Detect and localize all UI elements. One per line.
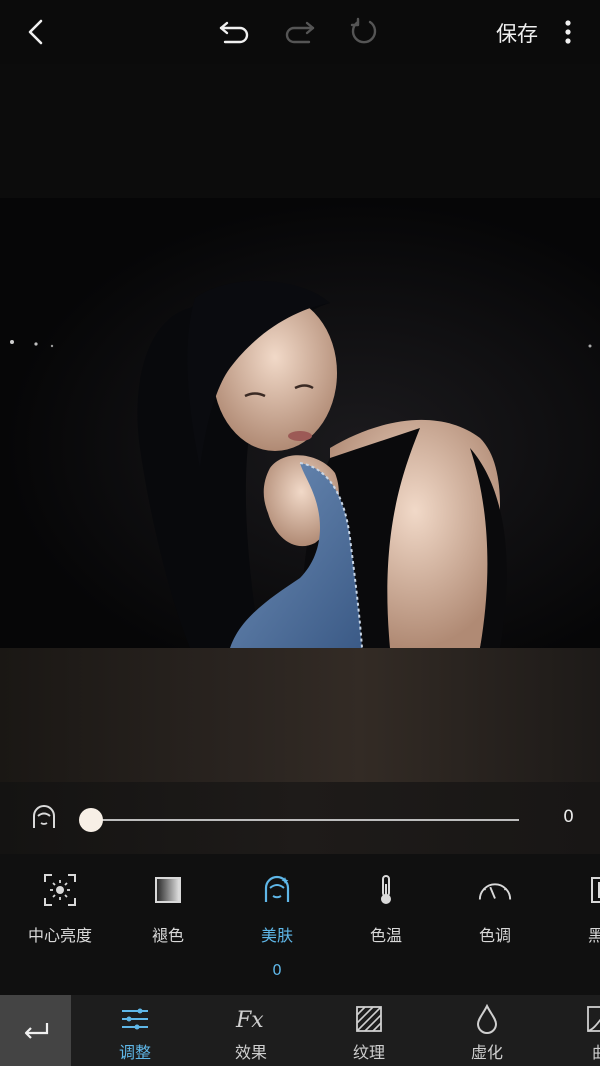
return-button[interactable] [0, 995, 71, 1066]
canvas-background-bottom [0, 648, 600, 782]
tool-color-temperature[interactable]: 色温 [331, 854, 441, 995]
beauty-skin-icon [259, 872, 295, 908]
tab-label: 曲 [591, 1043, 600, 1062]
slider-value: 0 [563, 807, 574, 827]
tab-adjust[interactable]: 调整 [80, 995, 190, 1066]
slider-track[interactable] [92, 819, 519, 821]
fade-icon [150, 872, 186, 908]
tool-tone[interactable]: 色调 [440, 854, 550, 995]
back-chevron-icon[interactable] [18, 14, 54, 50]
top-toolbar: 保存 [0, 0, 600, 64]
tab-label: 调整 [118, 1043, 151, 1062]
tool-fade[interactable]: 褪色 [113, 854, 223, 995]
tool-center-brightness[interactable]: 中心亮度 [5, 854, 115, 995]
fx-icon: Fx [234, 1003, 268, 1035]
canvas-background-top [0, 64, 600, 198]
bottom-tab-bar: 调整 Fx 效果 纹理 虚化 曲 [0, 995, 600, 1066]
tone-gauge-icon [477, 872, 513, 908]
beauty-skin-icon [30, 804, 58, 836]
tool-label: 美肤 [260, 926, 293, 945]
return-arrow-icon [24, 1022, 48, 1039]
texture-icon [352, 1003, 386, 1035]
tab-texture[interactable]: 纹理 [314, 995, 424, 1066]
tool-label: 褪色 [151, 926, 184, 945]
curve-icon [583, 1003, 600, 1035]
tool-label: 黑白 [587, 926, 600, 945]
tool-label: 色温 [369, 926, 402, 945]
reset-icon[interactable] [346, 14, 382, 50]
blur-drop-icon [470, 1003, 504, 1035]
more-options-icon[interactable] [550, 14, 586, 50]
tab-curves[interactable]: 曲 [545, 995, 600, 1066]
tab-blur[interactable]: 虚化 [432, 995, 542, 1066]
sliders-icon [118, 1003, 152, 1035]
photo-preview [0, 198, 600, 648]
tab-label: 效果 [234, 1043, 267, 1062]
tool-label: 中心亮度 [27, 926, 92, 945]
thermometer-icon [368, 872, 404, 908]
adjustment-slider-row: 0 [0, 782, 600, 854]
slider-knob[interactable] [79, 808, 103, 832]
svg-text:Fx: Fx [235, 1008, 264, 1033]
tool-black-white[interactable]: 黑白 [549, 854, 600, 995]
tab-label: 虚化 [470, 1043, 503, 1062]
center-brightness-icon [42, 872, 78, 908]
tool-beauty-skin[interactable]: 美肤 0 [222, 854, 332, 995]
tab-effects[interactable]: Fx 效果 [196, 995, 306, 1066]
tool-value: 0 [272, 961, 282, 979]
tab-label: 纹理 [352, 1043, 385, 1062]
adjust-tools-row: 中心亮度 褪色 美肤 0 色温 色调 黑 [0, 854, 600, 995]
redo-icon[interactable] [282, 14, 318, 50]
tool-label: 色调 [478, 926, 511, 945]
save-button[interactable]: 保存 [496, 18, 538, 48]
black-white-icon [586, 872, 600, 908]
undo-icon[interactable] [216, 14, 252, 50]
